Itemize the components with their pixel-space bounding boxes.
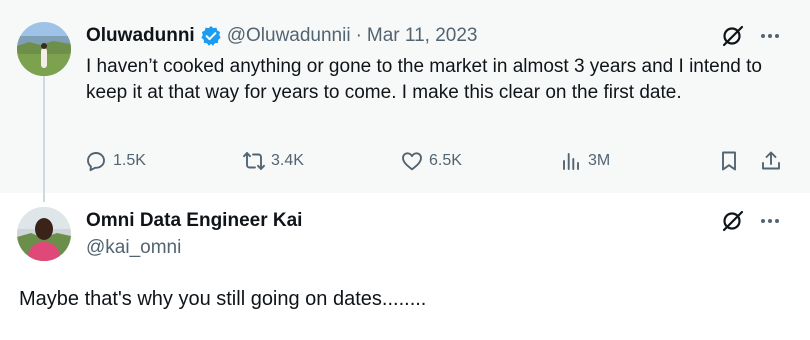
thread-connector-line bbox=[43, 76, 45, 202]
more-icon[interactable] bbox=[759, 25, 781, 47]
views-icon bbox=[563, 153, 579, 170]
like-count: 6.5K bbox=[429, 152, 462, 169]
view-count: 3M bbox=[588, 152, 611, 169]
reply-text: Maybe that's why you still going on date… bbox=[19, 288, 427, 310]
repost-button[interactable]: 3.4K bbox=[242, 148, 304, 174]
verified-badge-icon bbox=[200, 25, 222, 47]
tweet-date[interactable]: Mar 11, 2023 bbox=[367, 25, 478, 47]
share-button[interactable] bbox=[759, 148, 783, 174]
more-icon[interactable] bbox=[759, 210, 781, 232]
header-separator: · bbox=[355, 25, 362, 46]
reply-icon bbox=[87, 152, 105, 172]
views-button[interactable]: 3M bbox=[559, 148, 610, 174]
like-button[interactable]: 6.5K bbox=[400, 148, 462, 174]
reply-button[interactable]: 1.5K bbox=[84, 148, 146, 174]
avatar[interactable] bbox=[17, 207, 71, 261]
heart-icon bbox=[402, 152, 422, 171]
bookmark-icon bbox=[722, 151, 736, 171]
parent-tweet-header: Oluwadunni @Oluwadunnii · Mar 11, 2023 bbox=[86, 24, 477, 48]
author-name[interactable]: Oluwadunni bbox=[86, 25, 195, 47]
bookmark-button[interactable] bbox=[717, 148, 741, 174]
author-handle[interactable]: @kai_omni bbox=[86, 235, 302, 261]
grok-icon[interactable] bbox=[721, 24, 745, 48]
reply-tweet-header: Omni Data Engineer Kai @kai_omni bbox=[86, 209, 302, 261]
share-icon bbox=[762, 151, 780, 170]
repost-count: 3.4K bbox=[271, 152, 304, 169]
avatar[interactable] bbox=[17, 22, 71, 76]
repost-icon bbox=[243, 152, 265, 170]
tweet-text: I haven’t cooked anything or gone to the… bbox=[86, 56, 762, 103]
grok-icon[interactable] bbox=[721, 209, 745, 233]
author-handle[interactable]: @Oluwadunnii bbox=[227, 25, 351, 47]
reply-count: 1.5K bbox=[113, 152, 146, 169]
author-name[interactable]: Omni Data Engineer Kai bbox=[86, 209, 302, 233]
